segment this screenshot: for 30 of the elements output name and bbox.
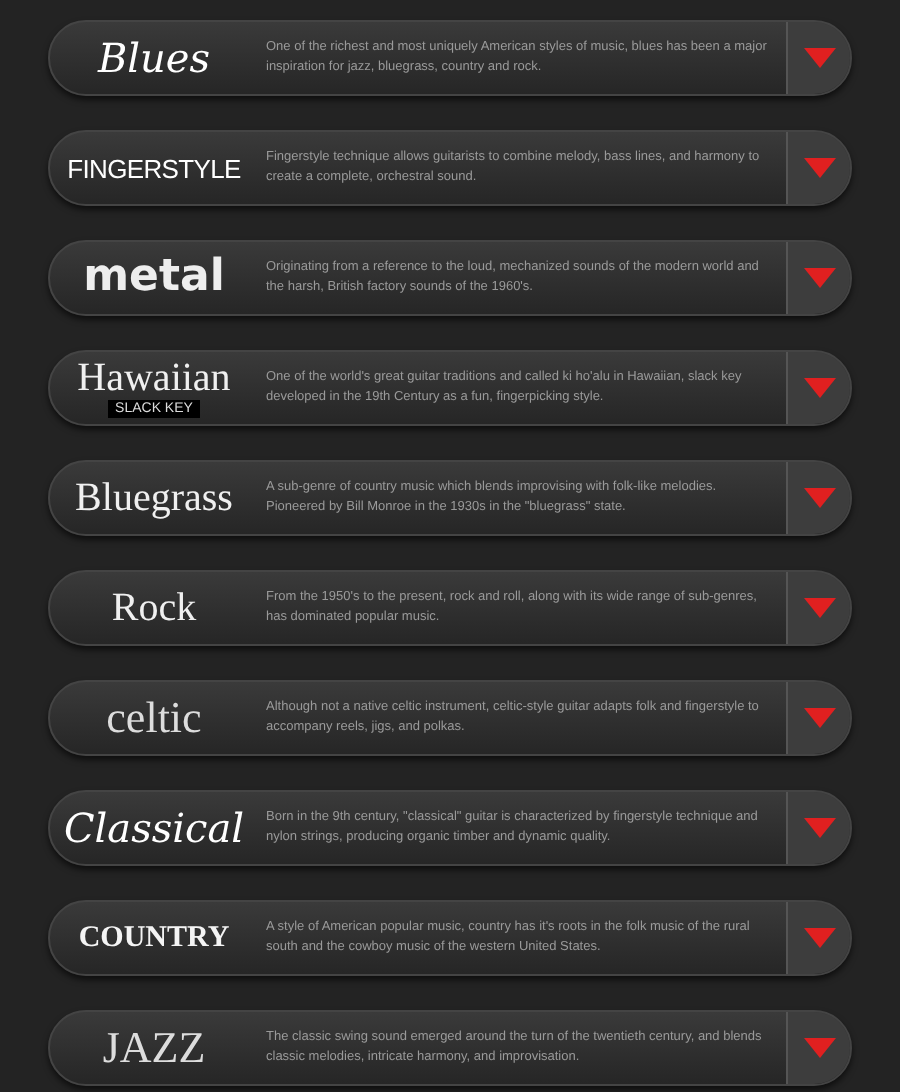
genre-logo: metal xyxy=(83,256,225,300)
caret-icon xyxy=(803,488,835,508)
genre-logo: JAZZ xyxy=(102,1026,206,1070)
genre-logo: celtic xyxy=(106,696,202,740)
genre-logo: Hawaiian xyxy=(77,358,231,398)
genre-logo: Rock xyxy=(111,588,197,628)
genre-logo: Blues xyxy=(97,38,211,78)
expand-button[interactable] xyxy=(786,462,850,534)
expand-button[interactable] xyxy=(786,902,850,974)
expand-button[interactable] xyxy=(786,132,850,204)
expand-button[interactable] xyxy=(786,572,850,644)
genre-logo: FINGERSTYLE xyxy=(67,155,241,181)
genre-logo: COUNTRY xyxy=(78,923,230,953)
expand-button[interactable] xyxy=(786,242,850,314)
caret-icon xyxy=(803,48,835,68)
caret-icon xyxy=(803,268,835,288)
genre-logo: Bluegrass xyxy=(75,478,233,518)
caret-icon xyxy=(803,928,835,948)
caret-icon xyxy=(803,598,835,618)
caret-icon xyxy=(803,1038,835,1058)
expand-button[interactable] xyxy=(786,682,850,754)
caret-icon xyxy=(803,378,835,398)
caret-icon xyxy=(803,708,835,728)
expand-button[interactable] xyxy=(786,1012,850,1084)
expand-button[interactable] xyxy=(786,792,850,864)
expand-button[interactable] xyxy=(786,22,850,94)
expand-button[interactable] xyxy=(786,352,850,424)
genre-logo: Classical xyxy=(63,808,245,848)
caret-icon xyxy=(803,818,835,838)
caret-icon xyxy=(803,158,835,178)
